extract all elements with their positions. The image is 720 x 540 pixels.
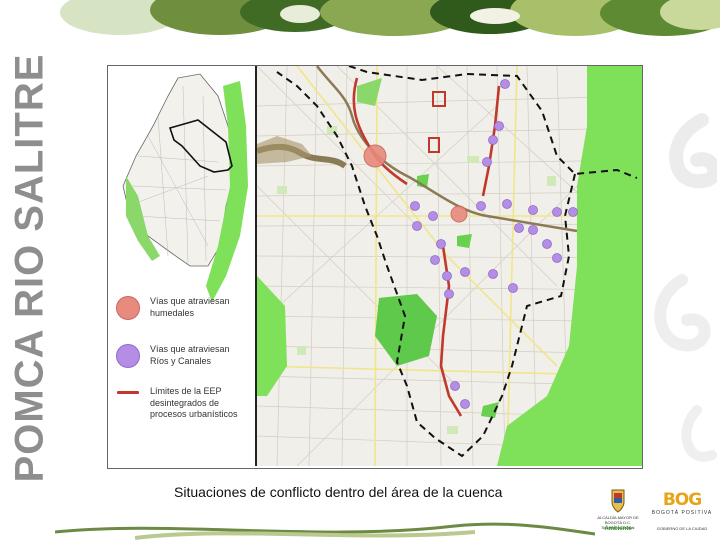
decorative-swirl	[654, 113, 717, 462]
purple-circle-icon	[116, 344, 140, 368]
pink-circle-icon	[116, 296, 140, 320]
ambiente-text: Ambiente	[604, 526, 632, 532]
river-crossing-marker	[488, 269, 498, 279]
river-crossing-marker	[542, 239, 552, 249]
map-figure: Vías que atraviesan humedales Vías que a…	[107, 65, 643, 469]
river-crossing-marker	[430, 255, 440, 265]
river-crossing-marker	[450, 381, 460, 391]
red-line-icon	[117, 390, 139, 394]
river-crossing-marker	[508, 283, 518, 293]
river-crossing-marker	[552, 253, 562, 263]
legend-label: Vías que atraviesan humedales	[150, 296, 230, 318]
slide-title: POMCA RIO SALITRE	[7, 53, 52, 482]
main-map	[257, 66, 642, 466]
river-crossing-marker	[482, 157, 492, 167]
river-channel	[316, 66, 578, 233]
coat-of-arms-icon	[611, 489, 625, 513]
bog-text: BOG	[662, 490, 702, 510]
legend-item-eep: Límites de la EEP desintegrados de proce…	[116, 380, 250, 421]
legend-item-rivers: Vías que atraviesan Ríos y Canales	[116, 344, 250, 368]
legend-label: Vías que atraviesan Ríos y Canales	[150, 344, 230, 366]
river-crossing-marker	[568, 207, 578, 217]
river-crossing-marker	[488, 135, 498, 145]
bogota-positiva-logo: BOG BOGOTÁ POSITIVA GOBIERNO DE LA CIUDA…	[650, 488, 714, 534]
main-map-drawing	[257, 66, 642, 466]
river-crossing-marker	[528, 225, 538, 235]
vertical-title-container: POMCA RIO SALITRE	[0, 40, 60, 495]
river-crossing-marker	[442, 271, 452, 281]
eastern-hills	[497, 66, 642, 466]
bog-gov-text: GOBIERNO DE LA CIUDAD	[656, 526, 708, 531]
river-crossing-marker	[514, 223, 524, 233]
central-park	[375, 294, 437, 366]
river-crossing-marker	[528, 205, 538, 215]
foliage-banner	[60, 0, 720, 40]
legend-label: Límites de la EEP desintegrados de proce…	[150, 386, 238, 419]
river-crossing-marker	[552, 207, 562, 217]
eep-limit-line	[439, 245, 463, 417]
legend-item-wetlands: Vías que atraviesan humedales	[116, 296, 250, 320]
river-crossing-marker	[444, 289, 454, 299]
river-crossing-marker	[460, 267, 470, 277]
river-crossing-marker	[460, 399, 470, 409]
western-park	[257, 276, 287, 396]
river-crossing-marker	[412, 221, 422, 231]
bog-sub-text: BOGOTÁ POSITIVA	[651, 510, 713, 516]
figure-caption: Situaciones de conflicto dentro del área…	[174, 484, 503, 500]
river-crossing-marker	[410, 201, 420, 211]
alcaldia-logo: ALCALDÍA MAYOR DE BOGOTÁ D.C. Secretaría…	[596, 488, 640, 534]
river-crossing-marker	[500, 79, 510, 89]
river-crossing-marker	[436, 239, 446, 249]
inset-map: Vías que atraviesan humedales Vías que a…	[108, 66, 257, 466]
river-crossing-marker	[428, 211, 438, 221]
eep-parcel	[432, 91, 446, 107]
wetland-crossing-marker	[450, 205, 468, 223]
wetland-crossing-marker	[363, 144, 387, 168]
bottom-foliage	[55, 522, 595, 540]
river-crossing-marker	[494, 121, 504, 131]
river-crossing-marker	[476, 201, 486, 211]
river-crossing-marker	[502, 199, 512, 209]
